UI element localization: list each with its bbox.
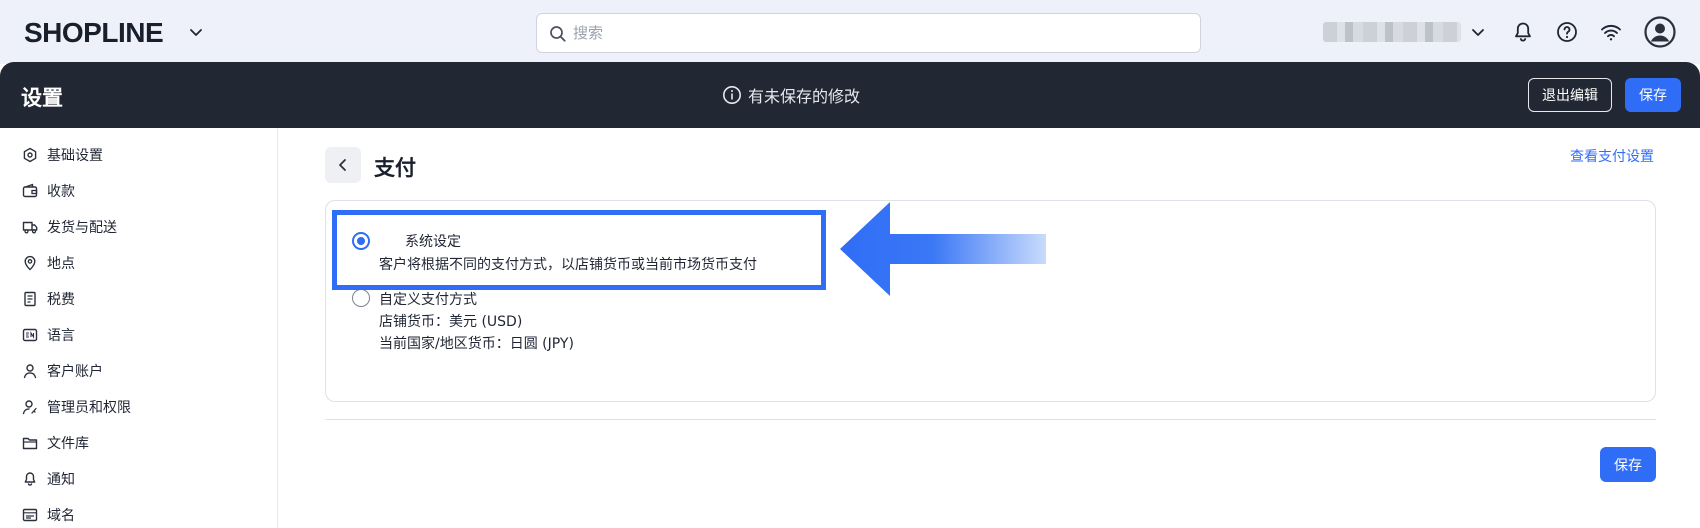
sidebar-item-label: 收款 — [47, 184, 75, 200]
sidebar-item-label: 文件库 — [47, 436, 89, 452]
page-title: 支付 — [374, 156, 416, 180]
option-label: 自定义支付方式 — [379, 292, 477, 308]
sidebar-item-notifications[interactable]: 通知 — [22, 467, 75, 491]
sidebar-item-shipping[interactable]: 发货与配送 — [22, 215, 117, 239]
domain-icon — [22, 508, 38, 522]
radio-system-setting[interactable] — [352, 232, 370, 250]
option-description: 客户将根据不同的支付方式，以店铺货币或当前市场货币支付 — [379, 257, 757, 273]
sidebar-item-label: 发货与配送 — [47, 220, 117, 236]
sidebar-item-label: 域名 — [47, 508, 75, 524]
sidebar-item-file-library[interactable]: 文件库 — [22, 431, 89, 455]
user-key-icon — [22, 400, 37, 415]
user-icon — [23, 364, 37, 379]
radio-custom-payment[interactable] — [352, 289, 370, 307]
receipt-icon — [24, 291, 36, 307]
top-navigation: SHOPLINE — [0, 0, 1700, 64]
search-box[interactable] — [536, 13, 1201, 53]
back-button[interactable] — [325, 147, 361, 183]
truck-icon — [22, 221, 38, 234]
settings-hexagon-icon — [23, 147, 37, 163]
chevron-down-icon[interactable] — [1470, 24, 1486, 40]
account-name-blurred[interactable] — [1323, 22, 1461, 42]
user-avatar-icon[interactable] — [1644, 16, 1676, 48]
store-currency-text: 店铺货币：美元 (USD) — [379, 314, 523, 330]
location-pin-icon — [24, 255, 36, 271]
exit-edit-button[interactable]: 退出编辑 — [1528, 78, 1612, 112]
unsaved-notice: 有未保存的修改 — [722, 84, 860, 106]
market-currency-text: 当前国家/地区货币：日圆 (JPY) — [379, 336, 574, 352]
sidebar-item-label: 语言 — [47, 328, 75, 344]
sidebar-item-locations[interactable]: 地点 — [22, 251, 75, 275]
sidebar-item-domains[interactable]: 域名 — [22, 503, 75, 527]
search-icon — [550, 26, 566, 42]
settings-header: 设置 有未保存的修改 退出编辑 保存 — [0, 62, 1700, 128]
language-icon — [22, 328, 38, 342]
settings-sidebar: 基础设置 收款 发货与配送 地点 税费 语言 客户账户 管理员和权限 文件库 通… — [0, 128, 278, 528]
sidebar-item-language[interactable]: 语言 — [22, 323, 75, 347]
folder-icon — [22, 437, 38, 450]
sidebar-item-label: 地点 — [47, 256, 75, 272]
bell-icon — [24, 472, 36, 486]
unsaved-notice-text: 有未保存的修改 — [748, 87, 861, 106]
help-icon[interactable] — [1555, 20, 1579, 44]
header-title: 设置 — [21, 86, 63, 110]
sidebar-item-payments[interactable]: 收款 — [22, 179, 75, 203]
currency-options-card: 系统设定 客户将根据不同的支付方式，以店铺货币或当前市场货币支付 自定义支付方式… — [325, 200, 1656, 402]
sidebar-item-admins-permissions[interactable]: 管理员和权限 — [22, 395, 131, 419]
chevron-left-icon — [339, 159, 346, 171]
chevron-down-icon[interactable] — [188, 24, 204, 40]
search-input[interactable] — [573, 14, 1173, 52]
sidebar-item-label: 通知 — [47, 472, 75, 488]
sidebar-item-label: 管理员和权限 — [47, 400, 131, 416]
sidebar-item-basic-settings[interactable]: 基础设置 — [22, 143, 103, 167]
wifi-icon[interactable] — [1599, 20, 1623, 44]
info-icon — [723, 86, 741, 104]
sidebar-item-label: 基础设置 — [47, 148, 103, 164]
sidebar-item-label: 税费 — [47, 292, 75, 308]
shopline-logo[interactable]: SHOPLINE — [24, 17, 164, 49]
save-button-header[interactable]: 保存 — [1625, 78, 1681, 112]
sidebar-item-taxes[interactable]: 税费 — [22, 287, 75, 311]
option-label: 系统设定 — [405, 234, 461, 250]
view-payment-settings-link[interactable]: 查看支付设置 — [1570, 146, 1654, 166]
option-custom-payment[interactable]: 自定义支付方式 — [352, 285, 552, 309]
sidebar-item-customer-accounts[interactable]: 客户账户 — [22, 359, 103, 383]
wallet-icon — [22, 183, 38, 198]
bell-icon[interactable] — [1511, 20, 1535, 44]
save-button[interactable]: 保存 — [1600, 447, 1656, 482]
sidebar-item-label: 客户账户 — [47, 364, 103, 380]
divider — [325, 419, 1656, 420]
